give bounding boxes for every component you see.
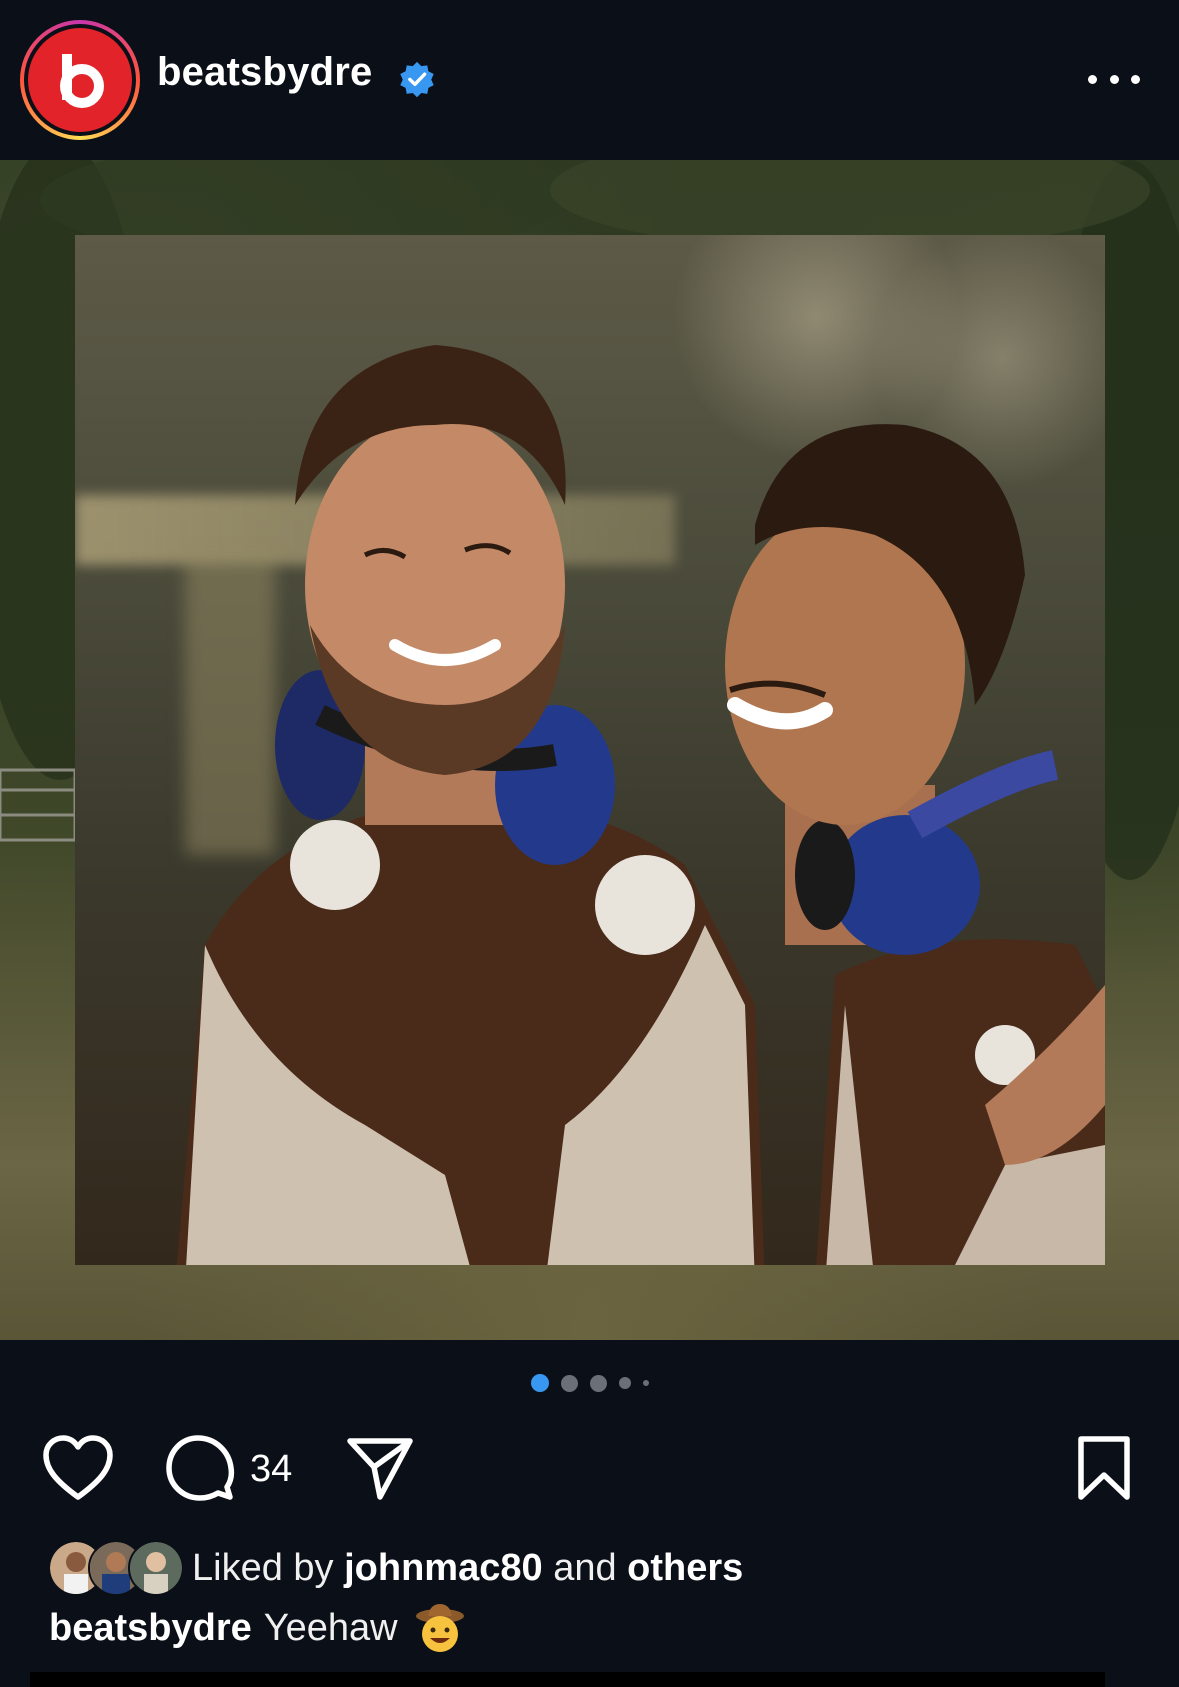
caption-text: Yeehaw bbox=[263, 1606, 398, 1649]
more-dot bbox=[1131, 74, 1140, 84]
likes-text: Liked by johnmac80 and others bbox=[192, 1547, 743, 1590]
caption-username[interactable]: beatsbydre bbox=[49, 1607, 252, 1650]
carousel-dot-active bbox=[530, 1374, 549, 1392]
send-icon bbox=[347, 1438, 413, 1500]
verified-badge-icon bbox=[400, 61, 434, 98]
carousel-indicator bbox=[0, 1373, 1179, 1393]
person-right bbox=[725, 424, 1105, 1265]
avatar-gap bbox=[24, 24, 136, 136]
likes-prefix: Liked by bbox=[192, 1546, 334, 1589]
liker-avatar bbox=[128, 1540, 184, 1596]
liker-avatars bbox=[48, 1540, 184, 1596]
heart-icon bbox=[43, 1435, 113, 1500]
likes-connector: and bbox=[553, 1546, 617, 1589]
save-button[interactable] bbox=[1072, 1430, 1136, 1506]
post-header: beatsbydre bbox=[0, 0, 1179, 158]
comment-button[interactable] bbox=[162, 1430, 238, 1506]
inner-photo-frame bbox=[75, 235, 1105, 1265]
like-button[interactable] bbox=[40, 1430, 116, 1506]
carousel-dot bbox=[589, 1374, 607, 1392]
post-username[interactable]: beatsbydre bbox=[157, 50, 372, 95]
beats-logo-icon bbox=[28, 28, 132, 132]
more-dot bbox=[1088, 74, 1097, 84]
comment-icon bbox=[166, 1435, 235, 1501]
carousel-dot bbox=[642, 1380, 649, 1386]
bottom-bar bbox=[30, 1672, 1105, 1687]
carousel-dot bbox=[618, 1377, 631, 1389]
bookmark-icon bbox=[1078, 1436, 1130, 1500]
post-action-bar: 34 bbox=[0, 1430, 1179, 1510]
post-caption: beatsbydre Yeehaw bbox=[49, 1602, 466, 1654]
post-image[interactable] bbox=[0, 160, 1179, 1340]
likes-row[interactable]: Liked by johnmac80 and others bbox=[48, 1540, 743, 1596]
share-button[interactable] bbox=[342, 1430, 418, 1506]
more-dot bbox=[1109, 74, 1119, 84]
cowboy-face-emoji-icon bbox=[415, 1604, 464, 1652]
liker-username[interactable]: johnmac80 bbox=[344, 1547, 543, 1589]
more-options-button[interactable] bbox=[1088, 64, 1140, 94]
likes-others[interactable]: others bbox=[627, 1547, 743, 1589]
beats-b-glyph-icon bbox=[45, 45, 115, 115]
carousel-dot bbox=[560, 1374, 578, 1392]
person-left bbox=[176, 345, 765, 1265]
profile-avatar[interactable] bbox=[20, 20, 140, 140]
comment-count: 34 bbox=[250, 1448, 293, 1490]
